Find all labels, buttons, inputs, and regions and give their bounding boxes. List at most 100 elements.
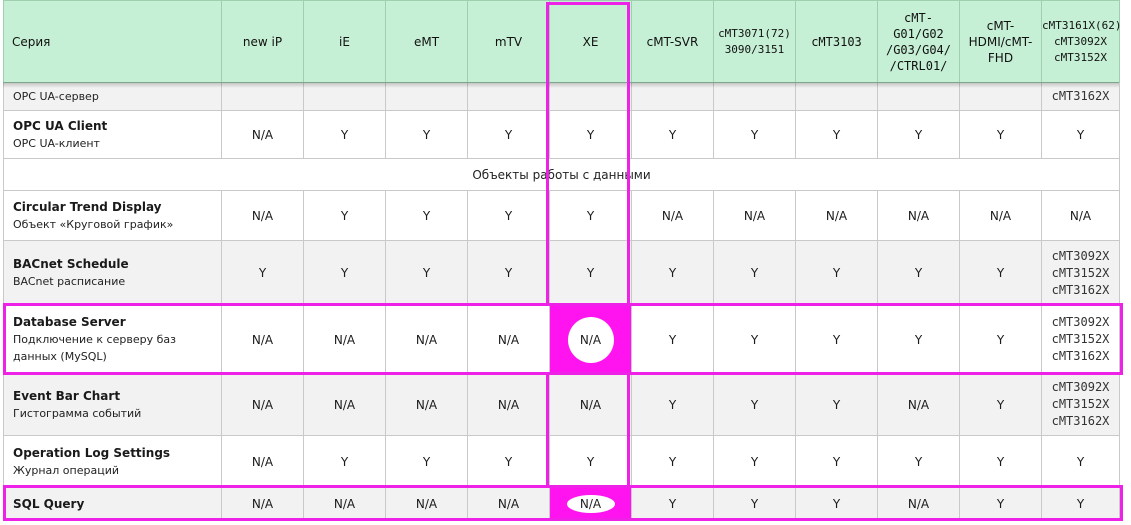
model-name: cMT3162X <box>1051 414 1110 428</box>
col-header-cmt-g01: cMT- G01/G02 /G03/G04/ /CTRL01/ <box>877 0 960 83</box>
model-name: cMT3152X <box>1051 332 1110 346</box>
feature-cell: BACnet Schedule BACnet расписание <box>3 240 222 306</box>
value-cell: N/A <box>385 487 468 521</box>
value-cell: N/A <box>221 435 304 488</box>
col-header-series: Серия <box>3 0 222 83</box>
value-cell: Y <box>1041 110 1120 159</box>
value-cell: Y <box>795 240 878 306</box>
col-header-cmt-hdmi-line: cMT- <box>986 18 1015 33</box>
feature-en: Database Server <box>13 315 126 329</box>
col-header-cmt-svr: cMT-SVR <box>631 0 714 83</box>
value-cell: Y <box>713 487 796 521</box>
value-cell: N/A <box>385 373 468 436</box>
value-cell: Y <box>713 435 796 488</box>
value-cell: N/A <box>549 373 632 436</box>
value-cell: N/A <box>1041 190 1120 241</box>
value-cell: Y <box>631 305 714 374</box>
value-cell: Y <box>713 240 796 306</box>
table-row-bacnet: BACnet Schedule BACnet расписание Y Y Y … <box>3 240 1120 306</box>
value-cell: Y <box>467 190 550 241</box>
value-cell: N/A <box>467 487 550 521</box>
value-cell: Y <box>385 435 468 488</box>
model-name: cMT3092X <box>1051 248 1110 263</box>
table-header: Серия new iP iE eMT mTV XE cMT-SVR cMT30… <box>3 0 1121 83</box>
col-header-cmt-g01-line: /G03/G04/ <box>885 42 952 57</box>
compatibility-table: Серия new iP iE eMT mTV XE cMT-SVR cMT30… <box>3 0 1121 521</box>
section-header-row: Объекты работы с данными <box>3 158 1120 191</box>
value-cell: Y <box>221 240 304 306</box>
feature-cell: Database Server Подключение к серверу ба… <box>3 305 222 374</box>
value-cell: Y <box>631 110 714 159</box>
value-cell: Y <box>549 240 632 306</box>
highlighted-xe-cell: N/A <box>549 487 632 521</box>
highlighted-xe-cell: N/A <box>549 305 632 374</box>
feature-en: Circular Trend Display <box>13 199 162 214</box>
col-header-cmt3071-line: 3090/3151 <box>724 42 785 56</box>
col-header-new-ip: new iP <box>221 0 304 83</box>
value-cell: Y <box>713 305 796 374</box>
table-row-event-bar-chart: Event Bar Chart Гистограмма событий N/A … <box>3 373 1120 436</box>
value-cell: Y <box>713 373 796 436</box>
value-cell: Y <box>713 110 796 159</box>
value-cell: Y <box>467 240 550 306</box>
model-name: cMT3152X <box>1051 265 1110 280</box>
model-name: cMT3162X <box>1051 349 1110 363</box>
table-row-sql-query: SQL Query N/A N/A N/A N/A N/A Y Y Y N/A … <box>3 487 1120 521</box>
feature-ru: данных (MySQL) <box>13 350 107 363</box>
value-cell: Y <box>959 240 1042 306</box>
value-cell: Y <box>385 240 468 306</box>
value-cell: N/A <box>467 305 550 374</box>
value-cell: N/A <box>877 190 960 241</box>
value-cell: Y <box>303 435 386 488</box>
feature-cell: SQL Query <box>3 487 222 521</box>
feature-cell: OPC UA Client OPC UA-клиент <box>3 110 222 159</box>
feature-en: SQL Query <box>13 496 85 511</box>
value-cell: N/A <box>631 190 714 241</box>
col-header-cmt-g01-line: /CTRL01/ <box>889 58 948 73</box>
feature-ru: Гистограмма событий <box>13 406 142 420</box>
feature-cell: Event Bar Chart Гистограмма событий <box>3 373 222 436</box>
value-cell: N/A <box>303 305 386 374</box>
table-row-operation-log: Operation Log Settings Журнал операций N… <box>3 435 1120 488</box>
model-list-cell: cMT3162X <box>1041 82 1120 111</box>
feature-ru: OPC UA-сервер <box>13 90 99 103</box>
model-name: cMT3092X <box>1051 315 1110 329</box>
value-cell: N/A <box>303 373 386 436</box>
col-header-cmt3161x: cMT3161X(62) cMT3092X cMT3152X <box>1041 0 1121 83</box>
feature-en: Operation Log Settings <box>13 445 171 460</box>
value-cell: Y <box>877 435 960 488</box>
feature-ru: BACnet расписание <box>13 275 126 288</box>
feature-ru: OPC UA-клиент <box>13 136 100 150</box>
table-row-circular-trend: Circular Trend Display Объект «Круговой … <box>3 190 1120 241</box>
value-cell: Y <box>877 305 960 374</box>
value-cell: N/A <box>877 373 960 436</box>
value-cell: Y <box>385 110 468 159</box>
value-cell: N/A <box>221 487 304 521</box>
feature-cell: OPC UA-сервер <box>3 82 222 111</box>
col-header-cmt3071-line: cMT3071(72) <box>718 26 791 40</box>
value-cell: Y <box>303 190 386 241</box>
feature-cell: Circular Trend Display Объект «Круговой … <box>3 190 222 241</box>
model-list-cell: cMT3092X cMT3152X cMT3162X <box>1041 240 1120 306</box>
model-name: cMT3162X <box>1051 282 1110 297</box>
value-cell: Y <box>303 110 386 159</box>
value-cell: N/A <box>221 305 304 374</box>
model-list-cell: cMT3092X cMT3152X cMT3162X <box>1041 305 1120 374</box>
table-row-database-server: Database Server Подключение к серверу ба… <box>3 305 1120 374</box>
value-cell: Y <box>631 435 714 488</box>
model-name: cMT3152X <box>1051 397 1110 411</box>
feature-en: BACnet Schedule <box>13 257 129 271</box>
value-cell: Y <box>467 110 550 159</box>
feature-en: OPC UA Client <box>13 118 108 133</box>
value-cell: Y <box>795 487 878 521</box>
value-cell: Y <box>549 435 632 488</box>
value-cell: N/A <box>959 190 1042 241</box>
value-cell: N/A <box>713 190 796 241</box>
section-title: Объекты работы с данными <box>3 158 1120 191</box>
value-cell: N/A <box>221 110 304 159</box>
col-header-cmt3161x-line: cMT3152X <box>1054 50 1107 64</box>
value-cell: Y <box>959 487 1042 521</box>
value-cell: Y <box>959 110 1042 159</box>
feature-cell: Operation Log Settings Журнал операций <box>3 435 222 488</box>
value-oval: N/A <box>567 316 614 363</box>
